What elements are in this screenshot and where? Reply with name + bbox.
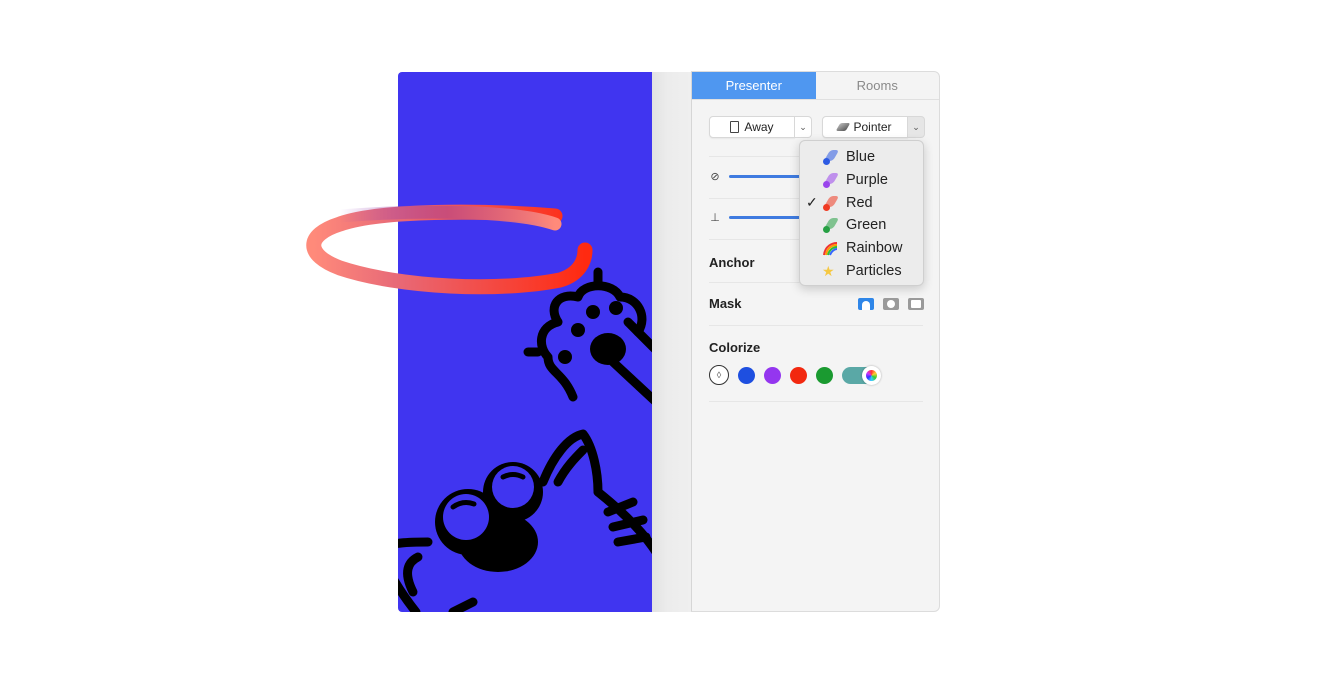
mask-options	[858, 298, 924, 310]
paw-pads	[558, 301, 626, 365]
cat-illustration	[398, 267, 652, 612]
stamp-icon: ⊥	[710, 211, 720, 224]
menu-item-blue[interactable]: Blue	[800, 146, 923, 169]
color-wheel-icon	[866, 369, 877, 381]
tab-rooms[interactable]: Rooms	[816, 72, 940, 99]
star-icon: ★	[822, 262, 835, 279]
menu-item-particles[interactable]: ★ Particles	[800, 259, 923, 282]
mask-person-icon[interactable]	[858, 298, 874, 310]
checkmark-icon: ✓	[806, 194, 818, 211]
mask-rectangle-icon[interactable]	[908, 298, 924, 310]
pointer-split-button: Pointer ⌄	[822, 116, 925, 138]
chevron-down-icon: ⌄	[912, 121, 920, 132]
menu-item-rainbow[interactable]: Rainbow	[800, 237, 923, 260]
pointer-button-label: Pointer	[853, 120, 892, 134]
swatch-blue[interactable]	[738, 366, 755, 384]
menu-item-purple[interactable]: Purple	[800, 169, 923, 192]
mask-label: Mask	[709, 296, 742, 311]
rainbow-icon	[822, 240, 838, 256]
menu-item-label: Blue	[846, 149, 876, 166]
door-icon	[730, 121, 740, 133]
away-button-label: Away	[744, 120, 774, 134]
red-brush-icon	[822, 195, 840, 211]
colorize-label: Colorize	[709, 340, 761, 355]
menu-item-label: Red	[846, 194, 873, 211]
pointer-stroke	[306, 204, 593, 295]
divider	[709, 401, 923, 402]
status-split-button: Away ⌄	[709, 116, 812, 138]
divider	[709, 325, 923, 326]
canvas-gutter	[652, 72, 691, 612]
swatch-none[interactable]: ◊	[709, 365, 729, 385]
swatch-green[interactable]	[816, 366, 833, 384]
hidden-eye-icon: ⊘	[710, 170, 720, 183]
menu-item-label: Rainbow	[846, 240, 903, 257]
menu-item-green[interactable]: Green	[800, 214, 923, 237]
tab-presenter[interactable]: Presenter	[692, 72, 816, 99]
swatch-purple[interactable]	[764, 366, 781, 384]
panel-tabs: Presenter Rooms	[692, 72, 939, 100]
status-dropdown-chevron[interactable]: ⌄	[795, 116, 812, 138]
menu-item-label: Particles	[846, 262, 902, 279]
mask-circle-icon[interactable]	[883, 298, 899, 310]
toggle-knob	[862, 365, 881, 385]
green-brush-icon	[822, 217, 840, 234]
no-color-icon: ◊	[716, 370, 722, 380]
menu-item-red[interactable]: ✓ Red	[800, 191, 923, 214]
menu-item-label: Purple	[846, 172, 888, 189]
presenter-controls: Away ⌄ Pointer ⌄	[709, 116, 925, 138]
colorize-swatches: ◊	[709, 365, 881, 385]
purple-brush-icon	[822, 172, 840, 189]
cat-eyes	[435, 462, 543, 572]
swatch-red[interactable]	[790, 366, 807, 384]
pointer-dropdown-chevron[interactable]: ⌄	[908, 116, 925, 138]
pointer-button[interactable]: Pointer	[822, 116, 908, 138]
pointer-menu: Blue Purple ✓ Red Green Rainbow ★ Partic…	[799, 140, 924, 286]
away-button[interactable]: Away	[709, 116, 795, 138]
menu-item-label: Green	[846, 217, 887, 234]
anchor-label: Anchor	[709, 255, 755, 270]
presentation-canvas	[398, 72, 652, 612]
paw-arm-line	[608, 357, 652, 405]
colorize-toggle[interactable]	[842, 365, 881, 385]
blue-brush-icon	[822, 149, 840, 166]
chevron-down-icon: ⌄	[799, 121, 807, 132]
brush-icon	[836, 123, 851, 131]
